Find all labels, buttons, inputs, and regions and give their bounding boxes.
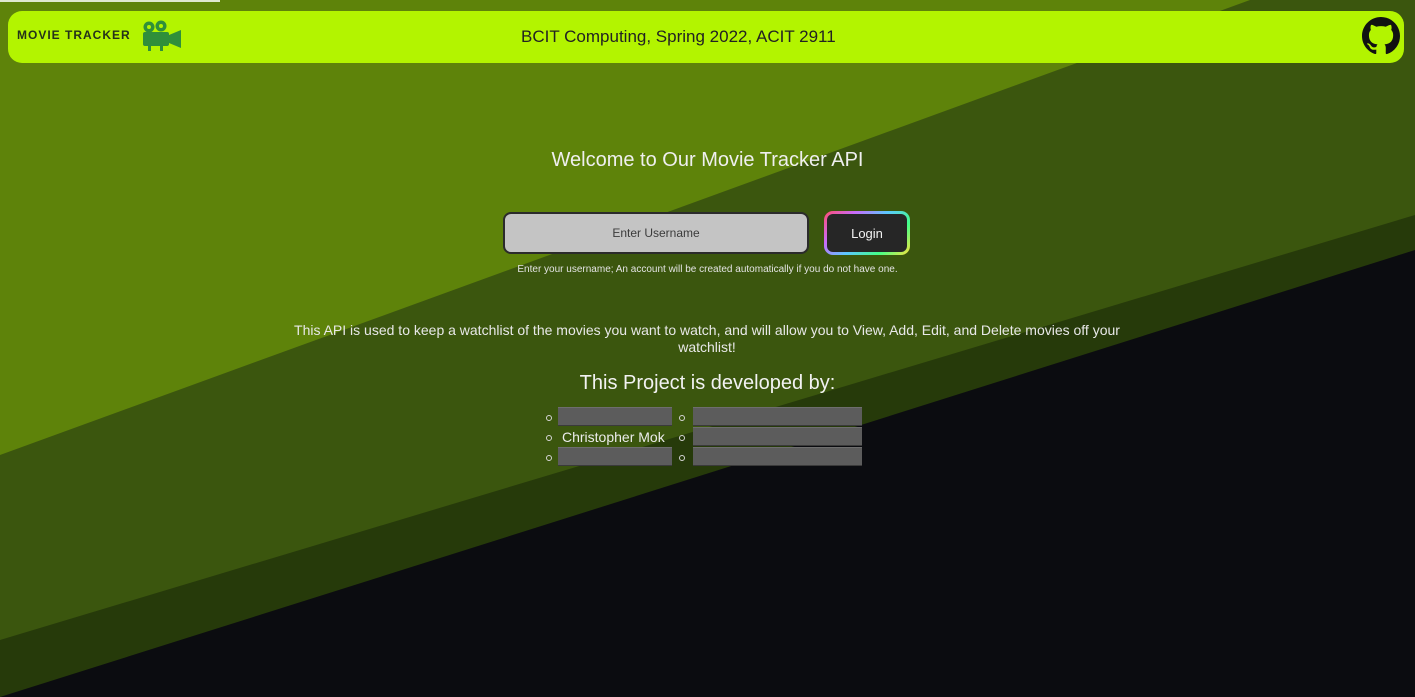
list-bullet [546, 455, 552, 461]
developer-item [546, 407, 676, 427]
main-content: Welcome to Our Movie Tracker API Login E… [0, 0, 1415, 697]
developer-item: Christopher Mok [546, 427, 676, 447]
developer-list-right [679, 407, 864, 467]
developer-name: Christopher Mok [562, 429, 665, 445]
list-bullet [546, 415, 552, 421]
welcome-heading: Welcome to Our Movie Tracker API [551, 149, 864, 171]
redacted-name-block [693, 447, 862, 466]
redacted-name-block [558, 447, 672, 466]
username-input[interactable] [503, 212, 809, 254]
redacted-name-block [693, 407, 862, 426]
list-bullet [679, 455, 685, 461]
developer-list-left: Christopher Mok [546, 407, 676, 467]
developers-heading: This Project is developed by: [579, 372, 836, 394]
api-description: This API is used to keep a watchlist of … [294, 322, 1120, 355]
developer-item [546, 447, 676, 467]
list-bullet [679, 415, 685, 421]
list-bullet [546, 435, 552, 441]
developer-item [679, 407, 864, 427]
developer-item [679, 447, 864, 467]
username-hint: Enter your username; An account will be … [517, 264, 898, 275]
list-bullet [679, 435, 685, 441]
redacted-name-block [558, 407, 672, 426]
login-button[interactable]: Login [824, 211, 910, 255]
redacted-name-block [693, 427, 862, 446]
developer-item [679, 427, 864, 447]
